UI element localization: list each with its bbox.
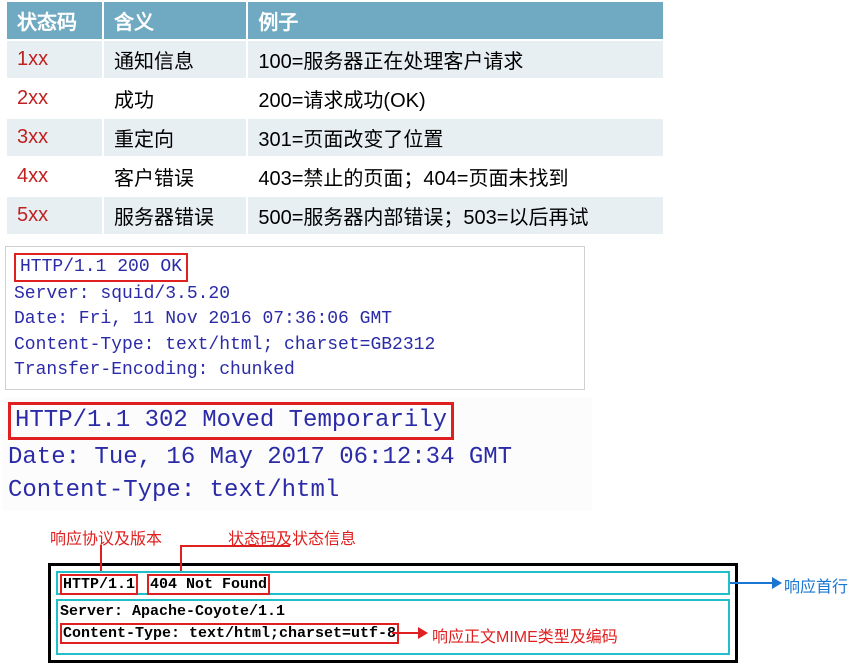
cell-code: 1xx xyxy=(6,40,103,79)
cell-meaning: 通知信息 xyxy=(103,40,247,79)
http-header-line: Content-Type: text/html; charset=GB2312 xyxy=(14,335,435,355)
conn-line-status-h xyxy=(180,545,290,547)
cell-code: 3xx xyxy=(6,118,103,157)
http-header-line: Transfer-Encoding: chunked xyxy=(14,360,295,380)
th-code: 状态码 xyxy=(6,1,103,40)
status-code-table: 状态码 含义 例子 1xx 通知信息 100=服务器正在处理客户请求 2xx 成… xyxy=(5,0,665,236)
arrow-mime-head xyxy=(418,627,428,639)
content-type-header: Content-Type: text/html;charset=utf-8 xyxy=(60,623,399,644)
http-header-line: Server: squid/3.5.20 xyxy=(14,284,230,304)
http-header-line: Date: Tue, 16 May 2017 06:12:34 GMT xyxy=(8,444,512,471)
label-firstline: 响应首行 xyxy=(784,573,848,597)
server-header: Server: Apache-Coyote/1.1 xyxy=(60,603,285,620)
cell-meaning: 服务器错误 xyxy=(103,196,247,235)
table-row: 4xx 客户错误 403=禁止的页面；404=页面未找到 xyxy=(6,157,664,196)
th-example: 例子 xyxy=(247,1,664,40)
table-row: 3xx 重定向 301=页面改变了位置 xyxy=(6,118,664,157)
cell-example: 403=禁止的页面；404=页面未找到 xyxy=(247,157,664,196)
table-row: 1xx 通知信息 100=服务器正在处理客户请求 xyxy=(6,40,664,79)
arrow-firstline-line xyxy=(730,582,772,584)
arrow-mime-line xyxy=(392,632,418,634)
first-line-text: HTTP/1.1 404 Not Found xyxy=(60,574,270,595)
label-mime: 响应正文MIME类型及编码 xyxy=(432,623,618,647)
th-meaning: 含义 xyxy=(103,1,247,40)
proto-box: HTTP/1.1 xyxy=(60,574,138,595)
table-row: 2xx 成功 200=请求成功(OK) xyxy=(6,79,664,118)
cell-code: 2xx xyxy=(6,79,103,118)
http-200-status-line: HTTP/1.1 200 OK xyxy=(14,253,188,282)
http-404-diagram: 响应协议及版本 状态码及状态信息 HTTP/1.1 404 Not Found … xyxy=(0,525,848,665)
cell-meaning: 成功 xyxy=(103,79,247,118)
conn-line-status xyxy=(180,545,182,571)
conn-line-proto xyxy=(100,545,102,571)
cell-code: 5xx xyxy=(6,196,103,235)
content-type-box: Content-Type: text/html;charset=utf-8 xyxy=(60,623,399,644)
cell-meaning: 重定向 xyxy=(103,118,247,157)
http-200-block: HTTP/1.1 200 OK Server: squid/3.5.20 Dat… xyxy=(5,246,585,390)
http-302-block: HTTP/1.1 302 Moved Temporarily Date: Tue… xyxy=(2,398,592,511)
http-header-line: Date: Fri, 11 Nov 2016 07:36:06 GMT xyxy=(14,309,392,329)
label-protocol: 响应协议及版本 xyxy=(50,525,162,549)
cell-code: 4xx xyxy=(6,157,103,196)
status-box: 404 Not Found xyxy=(147,574,270,595)
http-header-line: Content-Type: text/html xyxy=(8,477,339,504)
cell-example: 200=请求成功(OK) xyxy=(247,79,664,118)
cell-example: 100=服务器正在处理客户请求 xyxy=(247,40,664,79)
table-row: 5xx 服务器错误 500=服务器内部错误；503=以后再试 xyxy=(6,196,664,235)
table-header-row: 状态码 含义 例子 xyxy=(6,1,664,40)
arrow-firstline-head xyxy=(772,577,782,589)
cell-example: 301=页面改变了位置 xyxy=(247,118,664,157)
cell-example: 500=服务器内部错误；503=以后再试 xyxy=(247,196,664,235)
http-302-status-line: HTTP/1.1 302 Moved Temporarily xyxy=(8,402,454,440)
cell-meaning: 客户错误 xyxy=(103,157,247,196)
